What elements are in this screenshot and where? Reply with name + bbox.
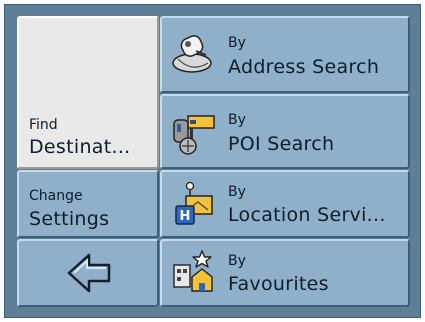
favourites-icon [173,250,213,292]
change-label: Change [29,188,83,204]
address-search-label: Address Search [228,56,380,78]
back-arrow-icon [67,253,111,293]
favourites-button[interactable]: By Favourites [160,239,410,307]
poi-by-label: By [228,112,246,128]
menu-frame: Find Destinat... Change Settings By Addr… [4,4,421,318]
change-settings-button[interactable]: Change Settings [17,170,159,238]
poi-search-icon [173,114,215,155]
svg-text:H: H [180,209,191,224]
location-service-icon: H [175,181,213,225]
destination-label: Destinat... [29,136,131,158]
settings-label: Settings [29,208,110,230]
favourites-by-label: By [228,253,246,269]
favourites-label: Favourites [228,273,329,295]
back-button[interactable] [17,239,159,307]
find-label: Find [29,117,58,133]
find-destination-tile: Find Destinat... [17,16,159,169]
poi-search-label: POI Search [228,133,335,155]
address-search-icon [172,34,212,73]
location-by-label: By [228,184,246,200]
address-by-label: By [228,35,246,51]
location-services-label: Location Servi... [228,204,386,226]
location-services-button[interactable]: H By Location Servi... [160,170,410,238]
poi-search-button[interactable]: By POI Search [160,94,410,169]
address-search-button[interactable]: By Address Search [160,16,410,93]
